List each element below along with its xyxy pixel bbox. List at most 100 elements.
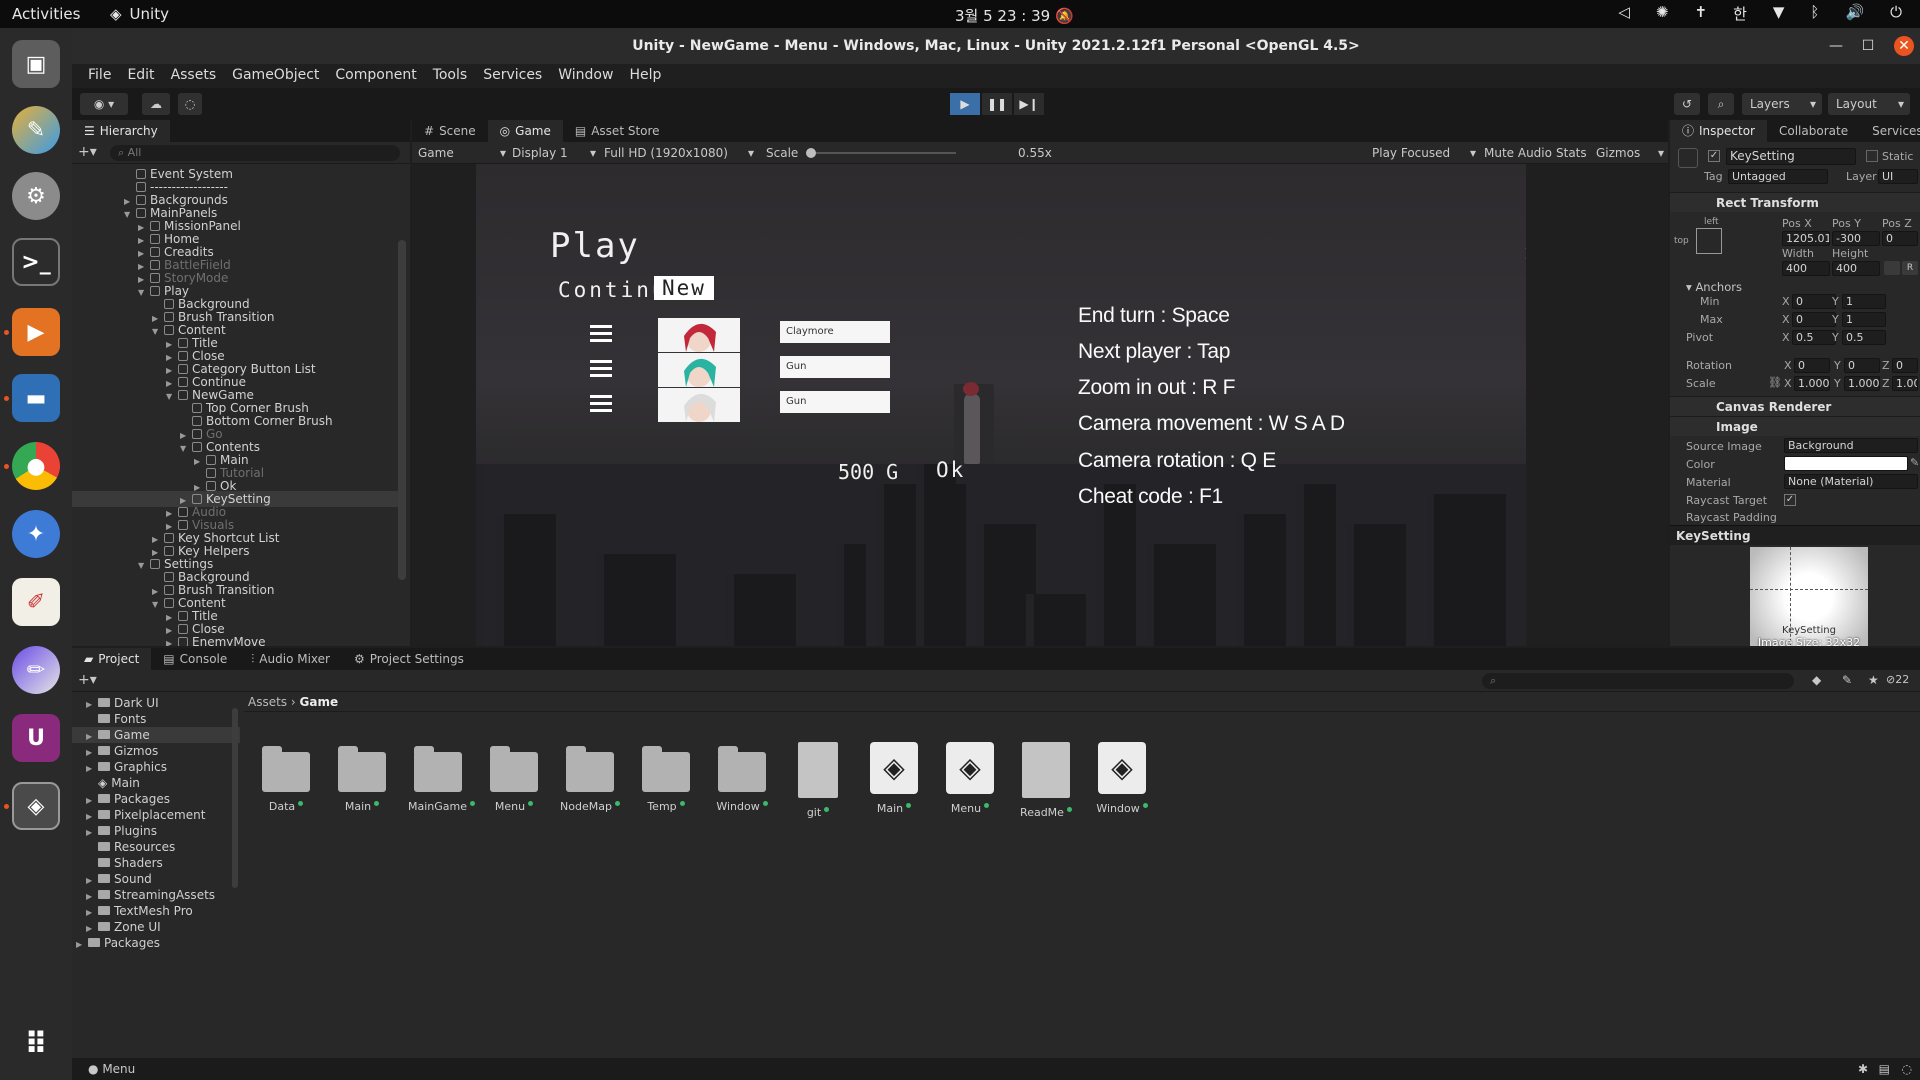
layer-dropdown[interactable]: UI bbox=[1878, 169, 1918, 184]
media-player-icon[interactable]: ▶ bbox=[12, 308, 60, 356]
raw-edit-button[interactable]: R bbox=[1902, 261, 1918, 275]
tab-services[interactable]: Services bbox=[1860, 120, 1920, 142]
input-method[interactable]: 한 bbox=[1733, 3, 1747, 24]
anchor-max-x-field[interactable]: 0 bbox=[1792, 312, 1836, 327]
material-field[interactable]: None (Material) bbox=[1784, 474, 1918, 489]
screenshot-app-icon[interactable]: ▣ bbox=[12, 40, 60, 88]
megaphone-icon[interactable]: ◁ bbox=[1618, 3, 1630, 24]
project-folder-item[interactable]: Shaders bbox=[72, 855, 240, 871]
scale-slider[interactable] bbox=[806, 145, 956, 161]
wifi-icon[interactable]: ▼ bbox=[1773, 3, 1785, 24]
slider-thumb[interactable] bbox=[806, 148, 816, 158]
label-icon[interactable]: ✎ bbox=[1842, 673, 1852, 687]
game-screen[interactable]: Play Continue New ✕ Claymore Gun Gun 500… bbox=[476, 164, 1526, 646]
menu-services[interactable]: Services bbox=[475, 64, 550, 88]
display-mode-dropdown[interactable]: Game ▾ bbox=[418, 145, 506, 161]
packages-root[interactable]: ▶ Packages bbox=[72, 935, 240, 951]
cache-icon[interactable]: ◌ bbox=[1902, 1058, 1912, 1080]
pos-y-field[interactable]: -300 bbox=[1832, 231, 1880, 246]
add-icon[interactable]: +▾ bbox=[78, 672, 97, 688]
expand-closed-icon[interactable]: ▶ bbox=[166, 636, 178, 646]
rect-transform-header[interactable]: Rect Transform bbox=[1670, 192, 1920, 212]
hidden-count[interactable]: ⊘22 bbox=[1886, 673, 1909, 686]
project-tree-scrollbar[interactable] bbox=[232, 708, 238, 888]
asset-tile[interactable]: Window bbox=[712, 742, 772, 813]
rotation-y-field[interactable]: 0 bbox=[1844, 358, 1880, 373]
anchor-max-y-field[interactable]: 1 bbox=[1842, 312, 1886, 327]
step-button[interactable]: ▶❙ bbox=[1014, 93, 1044, 115]
search-button[interactable]: ⌕ bbox=[1708, 93, 1734, 115]
asset-tile[interactable]: ◈ Window bbox=[1092, 742, 1152, 815]
preview-header[interactable]: KeySetting bbox=[1670, 525, 1920, 545]
asset-tile[interactable]: ◈ Main bbox=[864, 742, 924, 815]
star-icon[interactable]: ★ bbox=[1868, 673, 1879, 687]
menu-assets[interactable]: Assets bbox=[163, 64, 225, 88]
scale-y-field[interactable]: 1.000 bbox=[1844, 376, 1880, 391]
project-folder-item[interactable]: ▶ TextMesh Pro bbox=[72, 903, 240, 919]
hierarchy-scrollbar[interactable] bbox=[398, 240, 406, 580]
app-menu[interactable]: ◈ Unity bbox=[110, 5, 169, 23]
history-button[interactable]: ↺ bbox=[1674, 93, 1700, 115]
settings-gear-icon[interactable]: ⚙ bbox=[12, 172, 60, 220]
add-icon[interactable]: +▾ bbox=[78, 144, 97, 160]
project-folder-item[interactable]: ▶ Plugins bbox=[72, 823, 240, 839]
asset-tile[interactable]: Main bbox=[332, 742, 392, 813]
play-button[interactable]: ▶ bbox=[950, 93, 980, 115]
resolution-dropdown[interactable]: Full HD (1920x1080) ▾ bbox=[604, 145, 754, 161]
tab-hierarchy[interactable]: ☰ Hierarchy bbox=[72, 120, 170, 142]
collab-button[interactable]: ◌ bbox=[178, 93, 202, 115]
drag-handle-icon[interactable] bbox=[590, 325, 612, 343]
accessibility-icon[interactable]: ✝ bbox=[1694, 3, 1707, 24]
project-folder-item[interactable]: ▶ Packages bbox=[72, 791, 240, 807]
display-dropdown[interactable]: Display 1 ▾ bbox=[512, 145, 596, 161]
tab-audio-mixer[interactable]: ⫶ Audio Mixer bbox=[239, 648, 342, 670]
height-field[interactable]: 400 bbox=[1832, 261, 1880, 276]
scale-x-field[interactable]: 1.000 bbox=[1794, 376, 1830, 391]
project-search-input[interactable]: ⌕ bbox=[1482, 673, 1794, 689]
pivot-y-field[interactable]: 0.5 bbox=[1842, 330, 1886, 345]
menu-edit[interactable]: Edit bbox=[119, 64, 162, 88]
image-header[interactable]: Image bbox=[1670, 416, 1920, 436]
project-folder-item[interactable]: ▶ Game bbox=[72, 727, 240, 743]
files-icon[interactable]: ▬ bbox=[12, 374, 60, 422]
menu-window[interactable]: Window bbox=[550, 64, 621, 88]
drag-handle-icon[interactable] bbox=[590, 360, 612, 378]
color-field[interactable] bbox=[1784, 456, 1908, 471]
menu-tools[interactable]: Tools bbox=[425, 64, 476, 88]
maximize-icon[interactable]: ☐ bbox=[1856, 34, 1880, 58]
terminal-icon[interactable]: >_ bbox=[12, 238, 60, 286]
color-picker-app-icon[interactable]: ✎ bbox=[12, 106, 60, 154]
canvas-renderer-header[interactable]: Canvas Renderer bbox=[1670, 396, 1920, 416]
asset-tile[interactable]: Temp bbox=[636, 742, 696, 813]
anchor-min-x-field[interactable]: 0 bbox=[1792, 294, 1836, 309]
anchor-preset-button[interactable] bbox=[1696, 228, 1722, 254]
project-folder-item[interactable]: Resources bbox=[72, 839, 240, 855]
raycast-target-checkbox[interactable]: ✓ bbox=[1784, 494, 1796, 506]
account-button[interactable]: ◉ ▾ bbox=[80, 93, 128, 115]
hierarchy-item[interactable]: ▶ EnemyMove bbox=[72, 634, 398, 646]
project-folder-item[interactable]: ▶ StreamingAssets bbox=[72, 887, 240, 903]
blueprint-toggle[interactable] bbox=[1884, 261, 1900, 275]
menu-gameobject[interactable]: GameObject bbox=[224, 64, 327, 88]
gizmos-dropdown[interactable]: Gizmos ▾ bbox=[1596, 145, 1664, 161]
play-focused-dropdown[interactable]: Play Focused ▾ bbox=[1372, 145, 1476, 161]
pivot-x-field[interactable]: 0.5 bbox=[1792, 330, 1836, 345]
new-button[interactable]: New bbox=[654, 276, 714, 300]
rotation-z-field[interactable]: 0 bbox=[1892, 358, 1918, 373]
asset-tile[interactable]: MainGame bbox=[408, 742, 476, 813]
project-folder-item[interactable]: ▶ Graphics bbox=[72, 759, 240, 775]
power-icon[interactable]: ⏻ bbox=[1890, 3, 1902, 24]
asset-tile[interactable]: NodeMap bbox=[560, 742, 620, 813]
chrome-icon[interactable]: ● bbox=[12, 442, 60, 490]
project-folder-item[interactable]: Fonts bbox=[72, 711, 240, 727]
gitkraken-icon[interactable]: ✦ bbox=[12, 510, 60, 558]
asset-tile[interactable]: Menu bbox=[484, 742, 544, 813]
pos-x-field[interactable]: 1205.015 bbox=[1782, 231, 1830, 246]
drawing-app-icon[interactable]: ✐ bbox=[12, 578, 60, 626]
cloud-button[interactable]: ☁ bbox=[142, 93, 170, 115]
gameobject-icon[interactable] bbox=[1678, 148, 1698, 168]
pos-z-field[interactable]: 0 bbox=[1882, 231, 1918, 246]
asset-tile[interactable]: Data bbox=[256, 742, 316, 813]
stats-toggle[interactable]: Stats bbox=[1556, 145, 1587, 161]
player-name-field[interactable]: Gun bbox=[780, 391, 890, 413]
